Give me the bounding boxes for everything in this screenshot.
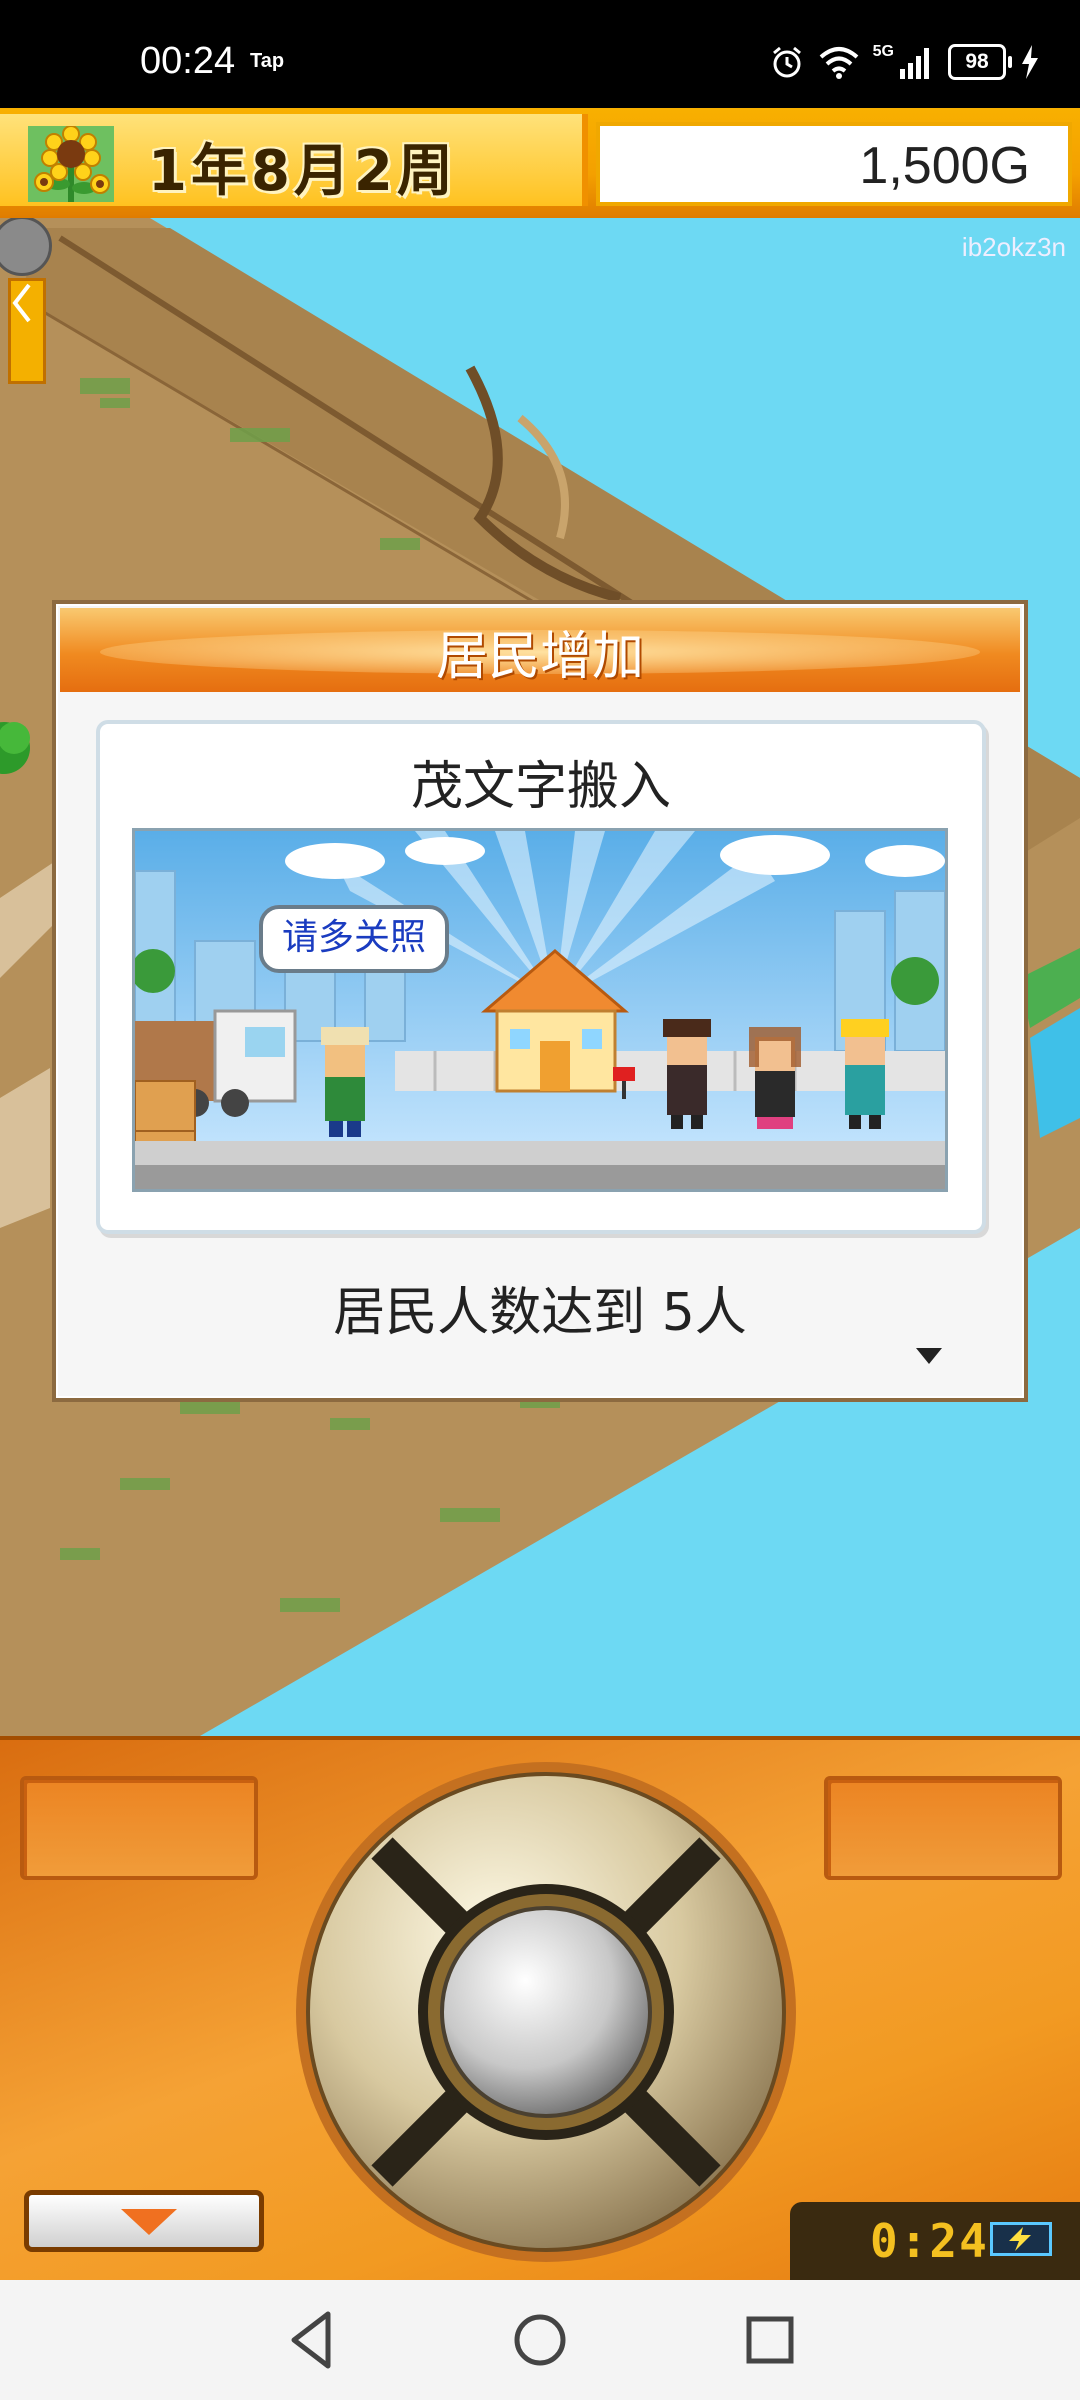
signal-icon [900,48,929,79]
dialog-content-card: 茂文字搬入 请多关照 [96,720,986,1234]
status-bar: 00:24 Tap 5G 98 [0,0,1080,108]
menu-toggle-button[interactable] [24,2190,264,2252]
date-panel: 1年8月2周 [0,114,588,206]
dialog-header: 居民增加 [60,608,1020,692]
directional-pad[interactable] [292,1758,800,2266]
charging-icon [1022,45,1038,79]
lightning-icon [1009,2227,1031,2251]
play-timer-panel: 0:24 [790,2202,1080,2284]
money-label: 1,500G [859,137,1030,195]
battery-icon: 98 [948,44,1012,80]
continue-arrow-icon[interactable] [914,1346,944,1366]
resident-increase-dialog[interactable]: 居民增加 茂文字搬入 请多关照 居民人数达到 5人 [52,600,1028,1402]
triangle-down-icon [121,2209,177,2235]
game-header: 1年8月2周 1,500G [0,108,1080,218]
move-in-illustration: 请多关照 [132,828,948,1192]
alarm-icon [772,46,801,78]
status-tap-label: Tap [250,50,285,72]
play-timer: 0:24 [870,2214,989,2268]
right-action-button[interactable] [824,1776,1062,1880]
date-label: 1年8月2周 [148,139,457,204]
status-icons: 5G 98 [769,42,1040,82]
left-action-button[interactable] [20,1776,258,1880]
chevron-left-icon [12,283,31,323]
game-battery-icon [990,2222,1052,2256]
sunflower-icon [28,126,114,202]
status-time: 00:24 [140,40,236,82]
home-icon[interactable] [510,2280,570,2400]
network-type-label: 5G [872,43,894,60]
dialog-title: 居民增加 [435,627,644,687]
back-icon[interactable] [280,2280,340,2400]
speech-bubble: 请多关照 [259,905,449,973]
system-nav-bar [0,2280,1080,2400]
wifi-icon [819,47,858,79]
control-panel: 0:24 [0,1736,1080,2284]
recents-icon[interactable] [740,2280,800,2400]
watermark: ib2okz3n [961,232,1066,262]
side-menu-tab[interactable] [8,278,46,384]
dialog-subtitle: 茂文字搬入 [410,757,671,817]
money-panel: 1,500G [596,122,1072,206]
dialog-message: 居民人数达到 5人 [333,1283,747,1343]
